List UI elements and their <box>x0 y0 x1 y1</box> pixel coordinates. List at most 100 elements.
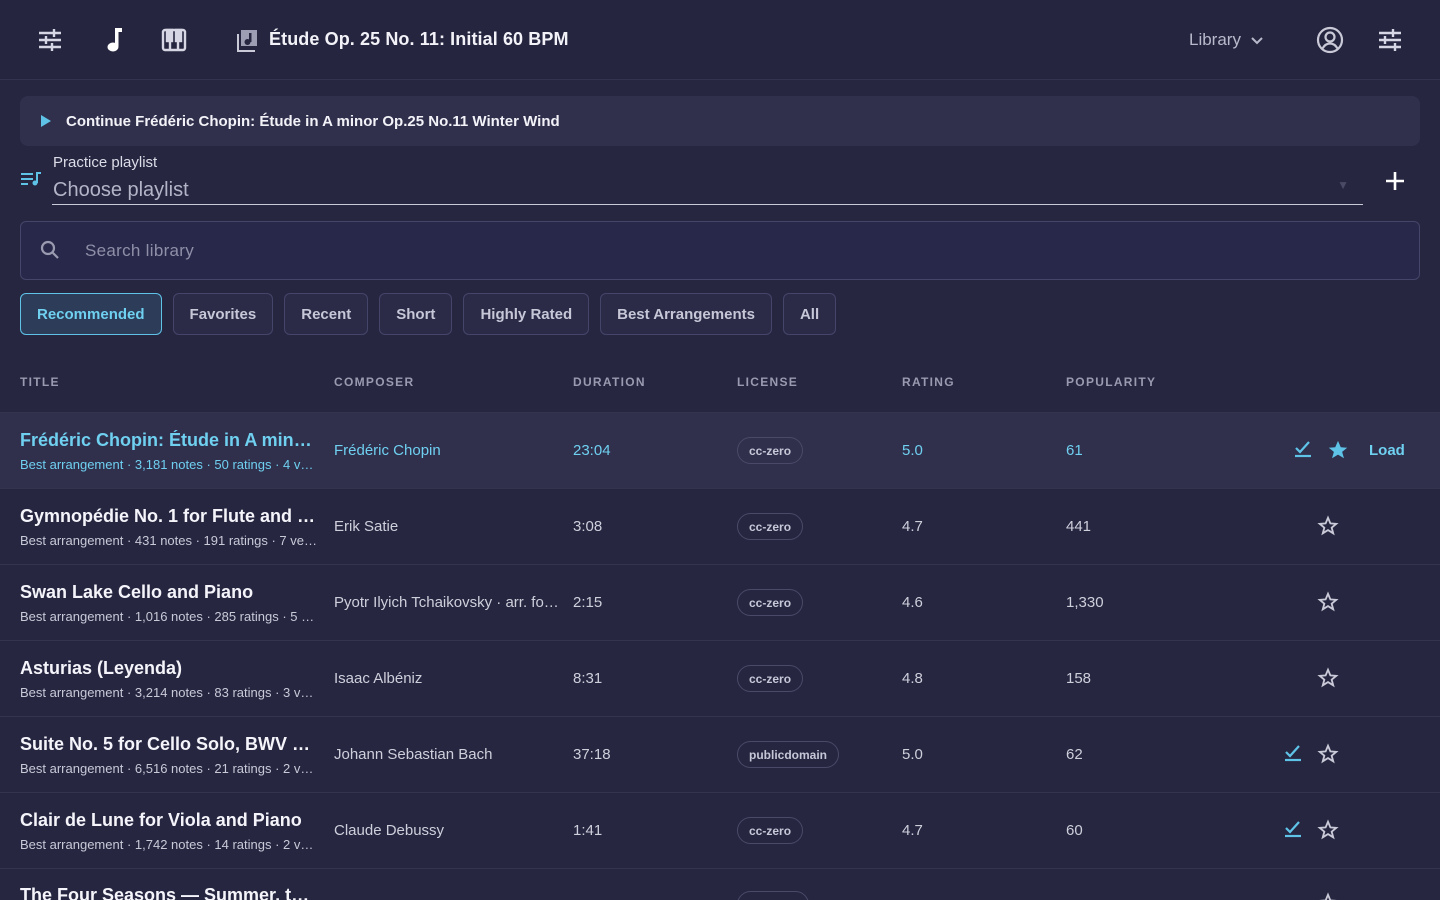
playlist-select[interactable]: Choose playlist ▼ <box>52 176 1363 205</box>
row-popularity: 61 <box>1066 442 1083 459</box>
license-badge: cc-zero <box>737 437 804 464</box>
playlist-placeholder: Choose playlist <box>53 179 189 201</box>
row-title: Swan Lake Cello and Piano <box>20 582 254 602</box>
row-title: Suite No. 5 for Cello Solo, BWV 1011 <box>20 734 320 754</box>
filter-best-arrangements[interactable]: Best Arrangements <box>600 293 772 335</box>
row-composer: Frédéric Chopin <box>334 442 441 459</box>
search-input[interactable]: Search library <box>20 221 1420 280</box>
column-title[interactable]: TITLE <box>20 375 60 389</box>
search-icon <box>40 240 60 265</box>
piano-keys-icon[interactable] <box>160 26 188 54</box>
row-meta: Best arrangement · 3,181 notes · 50 rati… <box>20 457 320 472</box>
row-rating: 4.7 <box>902 518 923 535</box>
star-outline-icon[interactable] <box>1316 590 1340 614</box>
row-duration: 8:31 <box>573 670 603 687</box>
table-row[interactable]: Swan Lake Cello and Piano Best arrangeme… <box>0 565 1440 641</box>
table-row[interactable]: Gymnopédie No. 1 for Flute and Piano Bes… <box>0 489 1440 565</box>
practiced-check-icon[interactable] <box>1292 438 1314 460</box>
row-composer: Johann Sebastian Bach <box>334 746 493 763</box>
library-dropdown[interactable]: Library <box>1189 30 1263 50</box>
row-meta: Best arrangement · 6,516 notes · 21 rati… <box>20 761 320 776</box>
row-composer: Pyotr Ilyich Tchaikovsky · arr. for cell… <box>334 594 559 611</box>
row-rating: 4.7 <box>902 822 923 839</box>
playlist-label: Practice playlist <box>53 154 158 171</box>
filter-recommended[interactable]: Recommended <box>20 293 162 335</box>
row-popularity: 60 <box>1066 822 1083 839</box>
table-row[interactable]: Clair de Lune for Viola and Piano Best a… <box>0 793 1440 869</box>
filter-favorites[interactable]: Favorites <box>172 293 274 335</box>
row-popularity: 1,330 <box>1066 594 1104 611</box>
row-rating: 4.6 <box>902 594 923 611</box>
practiced-check-icon[interactable] <box>1282 818 1304 840</box>
column-composer[interactable]: COMPOSER <box>334 375 414 389</box>
row-duration: 23:04 <box>573 442 611 459</box>
license-badge: cc-zero <box>737 665 804 692</box>
filter-highly-rated[interactable]: Highly Rated <box>463 293 590 335</box>
table-row[interactable]: Frédéric Chopin: Étude in A minor Op.25 … <box>0 413 1440 489</box>
table-header: TITLE COMPOSER DURATION LICENSE RATING P… <box>0 372 1440 392</box>
play-icon <box>40 114 52 128</box>
row-duration: 37:18 <box>573 746 611 763</box>
star-outline-icon[interactable] <box>1316 818 1340 842</box>
filter-short[interactable]: Short <box>379 293 453 335</box>
column-license[interactable]: LICENSE <box>737 375 798 389</box>
row-duration: 3:08 <box>573 518 603 535</box>
column-popularity[interactable]: POPULARITY <box>1066 375 1156 389</box>
license-badge: publicdomain <box>737 741 839 768</box>
star-outline-icon[interactable] <box>1316 742 1340 766</box>
star-filled-icon[interactable] <box>1326 438 1350 462</box>
license-badge: cc-zero <box>737 817 804 844</box>
library-label: Library <box>1189 30 1241 49</box>
caret-down-icon: ▼ <box>1337 178 1349 192</box>
column-duration[interactable]: DURATION <box>573 375 646 389</box>
filter-chips: Recommended Favorites Recent Short Highl… <box>20 293 837 335</box>
table-row[interactable]: Suite No. 5 for Cello Solo, BWV 1011 Bes… <box>0 717 1440 793</box>
sliders-icon[interactable] <box>36 26 64 54</box>
filter-recent[interactable]: Recent <box>284 293 369 335</box>
page-title: Étude Op. 25 No. 11: Initial 60 BPM <box>269 29 569 49</box>
continue-banner[interactable]: Continue Frédéric Chopin: Étude in A min… <box>20 96 1420 146</box>
row-rating: 5.0 <box>902 746 923 763</box>
row-duration: 1:41 <box>573 822 603 839</box>
row-rating: 5.0 <box>902 442 923 459</box>
row-title: Clair de Lune for Viola and Piano <box>20 810 302 830</box>
chevron-down-icon <box>1251 30 1263 50</box>
tune-icon[interactable] <box>1376 26 1404 54</box>
row-popularity: 62 <box>1066 746 1083 763</box>
practiced-check-icon[interactable] <box>1282 742 1304 764</box>
table-row[interactable]: Asturias (Leyenda) Best arrangement · 3,… <box>0 641 1440 717</box>
license-badge: cc-zero <box>737 589 804 616</box>
row-title: Frédéric Chopin: Étude in A minor Op.25 … <box>20 430 320 450</box>
row-composer: Isaac Albéniz <box>334 670 423 687</box>
row-rating: 4.8 <box>902 670 923 687</box>
row-popularity: 158 <box>1066 670 1092 687</box>
row-duration: 2:15 <box>573 594 603 611</box>
row-meta: Best arrangement · 431 notes · 191 ratin… <box>20 533 320 548</box>
row-title: Asturias (Leyenda) <box>20 658 183 678</box>
add-playlist-button[interactable] <box>1382 168 1408 194</box>
row-title: The Four Seasons — Summer, third movemen… <box>20 885 320 900</box>
row-popularity: 441 <box>1066 518 1092 535</box>
search-placeholder: Search library <box>85 241 195 260</box>
top-bar: Étude Op. 25 No. 11: Initial 60 BPM Libr… <box>0 0 1440 80</box>
row-composer: Erik Satie <box>334 518 399 535</box>
license-badge: cc-zero <box>737 513 804 540</box>
star-outline-icon[interactable] <box>1316 514 1340 538</box>
license-badge <box>737 891 809 900</box>
table-row[interactable]: The Four Seasons — Summer, third movemen… <box>0 869 1440 900</box>
music-note-icon[interactable] <box>100 26 128 54</box>
sheet-music-icon <box>233 26 261 54</box>
row-title: Gymnopédie No. 1 for Flute and Piano <box>20 506 320 526</box>
row-meta: Best arrangement · 3,214 notes · 83 rati… <box>20 685 320 700</box>
load-button[interactable]: Load <box>1369 442 1405 459</box>
row-meta: Best arrangement · 1,016 notes · 285 rat… <box>20 609 320 624</box>
star-outline-icon[interactable] <box>1316 666 1340 690</box>
continue-label: Continue Frédéric Chopin: Étude in A min… <box>66 112 560 130</box>
playlist-icon <box>21 171 41 192</box>
filter-all[interactable]: All <box>782 293 837 335</box>
account-circle-icon[interactable] <box>1316 26 1344 54</box>
star-outline-icon[interactable] <box>1316 891 1340 900</box>
column-rating[interactable]: RATING <box>902 375 955 389</box>
row-meta: Best arrangement · 1,742 notes · 14 rati… <box>20 837 320 852</box>
row-composer: Claude Debussy <box>334 822 445 839</box>
